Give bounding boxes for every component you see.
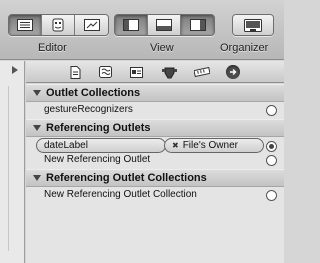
disclosure-triangle-icon[interactable] [33, 125, 41, 131]
navigator-toggle-icon [123, 19, 139, 31]
utilities-toggle-icon [189, 19, 206, 31]
disconnect-x-icon[interactable]: ✖ [172, 141, 179, 150]
file-inspector-tab[interactable] [67, 64, 83, 80]
organizer-button[interactable] [233, 15, 273, 35]
connection-target-label: File's Owner [182, 140, 238, 151]
debug-area-toggle-icon [156, 19, 172, 31]
referencing-outlet-collections-header[interactable]: Referencing Outlet Collections [26, 169, 284, 187]
editor-segmented-control [8, 14, 109, 36]
version-editor-icon [83, 19, 100, 31]
outlet-collection-label: gestureRecognizers [44, 104, 133, 115]
identity-inspector-icon [129, 66, 143, 78]
connection-circle-filled-icon[interactable] [266, 141, 277, 152]
connections-inspector-icon [230, 69, 237, 75]
expand-arrow-icon[interactable] [12, 66, 18, 74]
new-referencing-outlet-row: New Referencing Outlet [26, 152, 284, 168]
outlet-name-pill: dateLabel [36, 138, 166, 153]
attributes-inspector-icon [161, 67, 177, 78]
quick-help-tab[interactable] [97, 64, 113, 80]
outlet-collections-title: Outlet Collections [46, 87, 141, 99]
referencing-outlets-title: Referencing Outlets [46, 122, 151, 134]
toolbar: Editor View Organizer [0, 0, 284, 60]
new-referencing-outlet-label: New Referencing Outlet [44, 154, 151, 165]
disclosure-triangle-icon[interactable] [33, 90, 41, 96]
file-inspector-icon [70, 65, 80, 79]
connection-circle-icon[interactable] [266, 190, 277, 201]
quick-help-icon [98, 66, 112, 78]
connection-target-pill: ✖ File's Owner [164, 138, 264, 153]
standard-editor-icon [17, 19, 33, 31]
connections-inspector-tab[interactable] [225, 64, 241, 80]
connection-circle-icon[interactable] [266, 105, 277, 116]
new-referencing-outlet-collection-row: New Referencing Outlet Collection [26, 187, 284, 203]
editor-gutter [0, 61, 25, 263]
inspector-tab-bar [26, 61, 284, 83]
outlet-collection-row: gestureRecognizers [26, 102, 284, 118]
version-editor-button[interactable] [75, 15, 108, 35]
outlet-collections-header[interactable]: Outlet Collections [26, 84, 284, 102]
navigator-toggle-button[interactable] [115, 15, 148, 35]
organizer-window-icon [244, 18, 262, 32]
debug-area-toggle-button[interactable] [148, 15, 181, 35]
organizer-control [232, 14, 274, 36]
size-inspector-tab[interactable] [194, 64, 210, 80]
identity-inspector-tab[interactable] [128, 64, 144, 80]
connection-circle-icon[interactable] [266, 155, 277, 166]
organizer-label: Organizer [220, 42, 269, 54]
assistant-editor-icon [52, 18, 64, 32]
referencing-outlet-collections-title: Referencing Outlet Collections [46, 172, 207, 184]
editor-label: Editor [38, 42, 67, 54]
referencing-outlets-header[interactable]: Referencing Outlets [26, 119, 284, 137]
view-segmented-control [114, 14, 215, 36]
standard-editor-button[interactable] [9, 15, 42, 35]
view-label: View [150, 42, 174, 54]
size-inspector-icon [194, 67, 210, 77]
connections-panel: Outlet Collections gestureRecognizers Re… [26, 84, 284, 263]
outlet-name-label: dateLabel [44, 140, 88, 151]
utilities-toggle-button[interactable] [181, 15, 214, 35]
disclosure-triangle-icon[interactable] [33, 175, 41, 181]
new-referencing-outlet-collection-label: New Referencing Outlet Collection [44, 189, 197, 200]
gutter-divider [8, 86, 9, 251]
attributes-inspector-tab[interactable] [161, 64, 177, 80]
assistant-editor-button[interactable] [42, 15, 75, 35]
